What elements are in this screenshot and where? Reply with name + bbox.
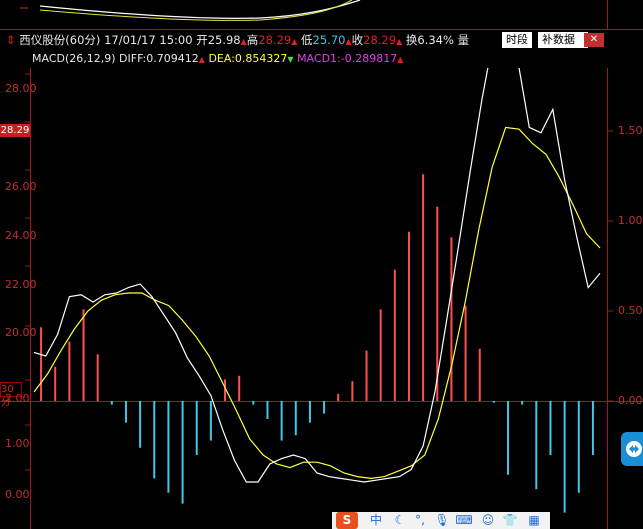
- time: 15:00: [159, 33, 193, 47]
- supplement-data-button[interactable]: 补数据: [538, 32, 588, 48]
- remote-control-badge[interactable]: [621, 432, 643, 466]
- up-arrow-icon: ▲: [291, 37, 298, 46]
- left-axis-label: 0.00: [5, 488, 30, 501]
- collapse-icon[interactable]: ⇕: [6, 33, 16, 47]
- low-value: 25.70: [312, 33, 346, 47]
- diff-line: [33, 68, 601, 483]
- high-value: 28.29: [258, 33, 292, 47]
- diff-value: 0.709412: [146, 52, 199, 65]
- mic-icon[interactable]: 🎙: [432, 512, 452, 529]
- grid-icon[interactable]: ▦: [524, 512, 544, 529]
- punctuation-icon[interactable]: °,: [410, 512, 430, 529]
- up-arrow-icon: ▲: [396, 37, 403, 46]
- keyboard-icon[interactable]: ⌨: [454, 512, 474, 529]
- user-icon[interactable]: ☺: [478, 512, 498, 529]
- dea-label: DEA:: [208, 52, 235, 65]
- high-label: 高: [246, 33, 259, 47]
- down-arrow-icon: ▼: [287, 55, 294, 64]
- macd-value: -0.289817: [340, 52, 398, 65]
- shirt-icon[interactable]: 👕: [500, 512, 520, 529]
- up-arrow-icon: ▲: [198, 55, 205, 64]
- macd-header: MACD(26,12,9) DIFF:0.709412▲ DEA:0.85432…: [0, 50, 643, 68]
- supplement-data-label: 补数据: [542, 33, 575, 46]
- volume-label: 量: [457, 33, 470, 47]
- close-label: 收: [351, 33, 364, 47]
- date: 17/01/17: [104, 33, 156, 47]
- low-label: 低: [301, 33, 313, 47]
- left-axis-label: 2.00: [5, 392, 30, 405]
- up-arrow-icon: ▲: [397, 55, 404, 64]
- open-value: 25.98: [207, 33, 241, 47]
- left-axis-label: 22.00: [5, 278, 37, 291]
- sogou-icon[interactable]: S: [336, 512, 358, 529]
- remote-arrows-icon: [626, 441, 642, 457]
- stock-chart-window: ⇕ 西仪股份(60分) 17/01/17 15:00 开25.98▲高28.29…: [0, 0, 643, 529]
- stock-name: 西仪股份: [19, 33, 66, 47]
- period: (60分): [65, 33, 101, 47]
- close-value: 28.29: [363, 33, 397, 47]
- dea-value: 0.854327: [234, 52, 288, 65]
- macd-chart[interactable]: [0, 68, 643, 529]
- right-axis-label: 0.50: [618, 304, 643, 317]
- macd-indicator[interactable]: MACD(26,12,9): [32, 52, 116, 65]
- macd-label: MACD1:: [297, 52, 341, 65]
- ime-toolbar: S 中 ☾ °, 🎙 ⌨ ☺ 👕 ▦: [332, 512, 550, 529]
- diff-label: DIFF:: [119, 52, 147, 65]
- open-label: 开: [196, 33, 208, 47]
- chinese-mode-icon[interactable]: 中: [366, 512, 386, 529]
- left-axis-label: 1.00: [5, 437, 30, 450]
- right-axis-label: 0.00: [618, 394, 643, 407]
- right-axis-label: 1.00: [618, 214, 643, 227]
- moon-icon[interactable]: ☾: [390, 512, 410, 529]
- left-axis-label: 20.00: [5, 326, 37, 339]
- dea-line: [33, 126, 601, 480]
- current-price-box: 28.29: [0, 124, 30, 137]
- turnover-label: 换: [405, 33, 418, 47]
- left-axis-label: 28.00: [5, 82, 37, 95]
- price-pane-top: [0, 0, 643, 30]
- left-axis-label: 26.00: [5, 180, 37, 193]
- close-panel-icon[interactable]: ✕: [584, 33, 604, 47]
- right-axis-label: 1.50: [618, 124, 643, 137]
- left-axis-label: 24.00: [5, 229, 37, 242]
- turnover-value: 6.34%: [417, 33, 454, 47]
- time-period-button[interactable]: 时段: [502, 32, 532, 48]
